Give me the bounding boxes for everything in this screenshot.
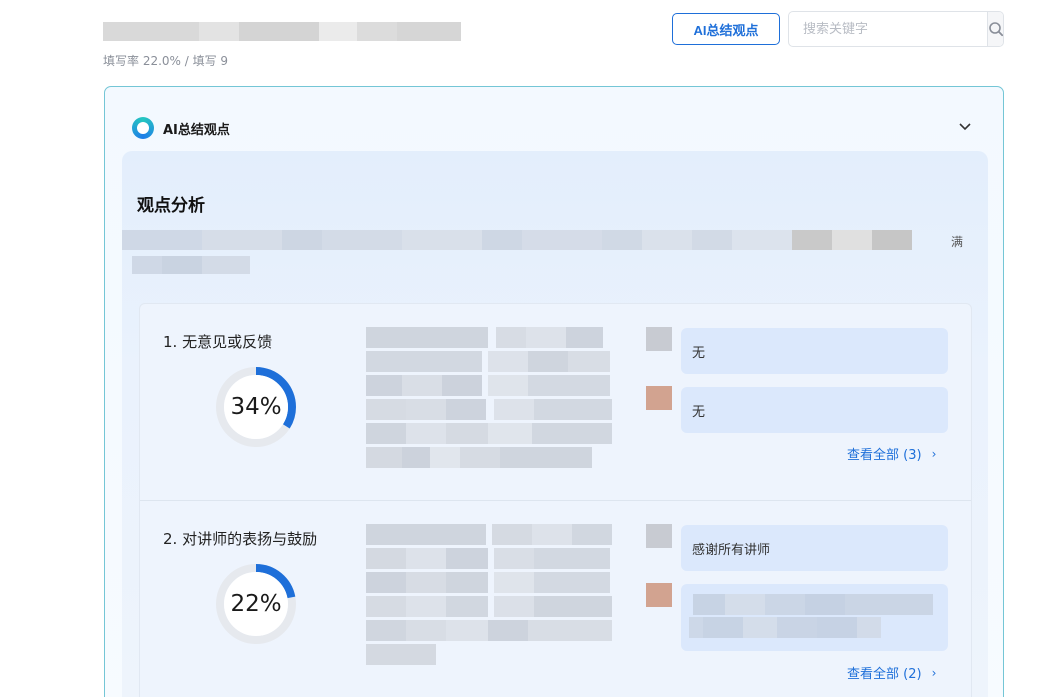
category-item: 2. 对讲师的表扬与鼓励 22% 感谢所有讲师 查看全部 (2) › <box>140 501 971 697</box>
ai-summary-button[interactable]: AI总结观点 <box>672 13 780 45</box>
category-title: 1. 无意见或反馈 <box>163 333 273 351</box>
category-title: 2. 对讲师的表扬与鼓励 <box>163 530 318 548</box>
fill-stats: 填写率 22.0% / 填写 9 <box>103 54 229 68</box>
analysis-summary-redacted-2 <box>132 256 250 274</box>
view-all-link[interactable]: 查看全部 (2) › <box>847 663 937 683</box>
reply-bubble: 无 <box>681 328 948 374</box>
analysis-title: 观点分析 <box>137 196 205 216</box>
avatar <box>646 327 672 351</box>
category-description-redacted <box>366 327 612 471</box>
reply-bubble: 无 <box>681 387 948 433</box>
percent-label: 22% <box>230 591 282 617</box>
ai-summary-label: AI总结观点 <box>163 122 230 138</box>
analysis-section: 观点分析 满 1. 无意见或反馈 34% 无 无 查看全部 (3) › 2. 对… <box>122 151 988 697</box>
view-all-label: 查看全部 (3) <box>847 448 922 463</box>
collapse-toggle[interactable] <box>957 119 973 135</box>
chevron-down-icon <box>959 123 971 131</box>
view-all-label: 查看全部 (2) <box>847 667 922 682</box>
chevron-right-icon: › <box>931 665 937 680</box>
survey-title-redacted <box>103 22 461 41</box>
avatar <box>646 386 672 410</box>
category-list: 1. 无意见或反馈 34% 无 无 查看全部 (3) › 2. 对讲师的表扬与鼓… <box>139 303 972 697</box>
reply-bubble-redacted <box>681 584 948 651</box>
avatar <box>646 524 672 548</box>
analysis-summary-redacted <box>122 230 932 250</box>
ai-summary-header: AI总结观点 <box>132 117 230 139</box>
category-item: 1. 无意见或反馈 34% 无 无 查看全部 (3) › <box>140 304 971 500</box>
search-icon <box>989 22 1003 37</box>
ai-summary-card: AI总结观点 观点分析 满 1. 无意见或反馈 34% 无 无 查看全部 (3)… <box>104 86 1004 697</box>
percent-label: 34% <box>230 394 282 420</box>
search-button[interactable] <box>987 12 1003 46</box>
avatar <box>646 583 672 607</box>
search-input[interactable] <box>789 12 987 46</box>
search-box <box>788 11 1004 47</box>
percent-donut: 34% <box>215 366 297 448</box>
chevron-right-icon: › <box>931 446 937 461</box>
ai-logo-icon <box>132 117 154 139</box>
category-description-redacted <box>366 524 612 668</box>
analysis-tail-char: 满 <box>951 235 964 249</box>
view-all-link[interactable]: 查看全部 (3) › <box>847 444 937 464</box>
percent-donut: 22% <box>215 563 297 645</box>
reply-bubble: 感谢所有讲师 <box>681 525 948 571</box>
page: 填写率 22.0% / 填写 9 AI总结观点 AI总结观点 观点分析 <box>0 0 1054 697</box>
